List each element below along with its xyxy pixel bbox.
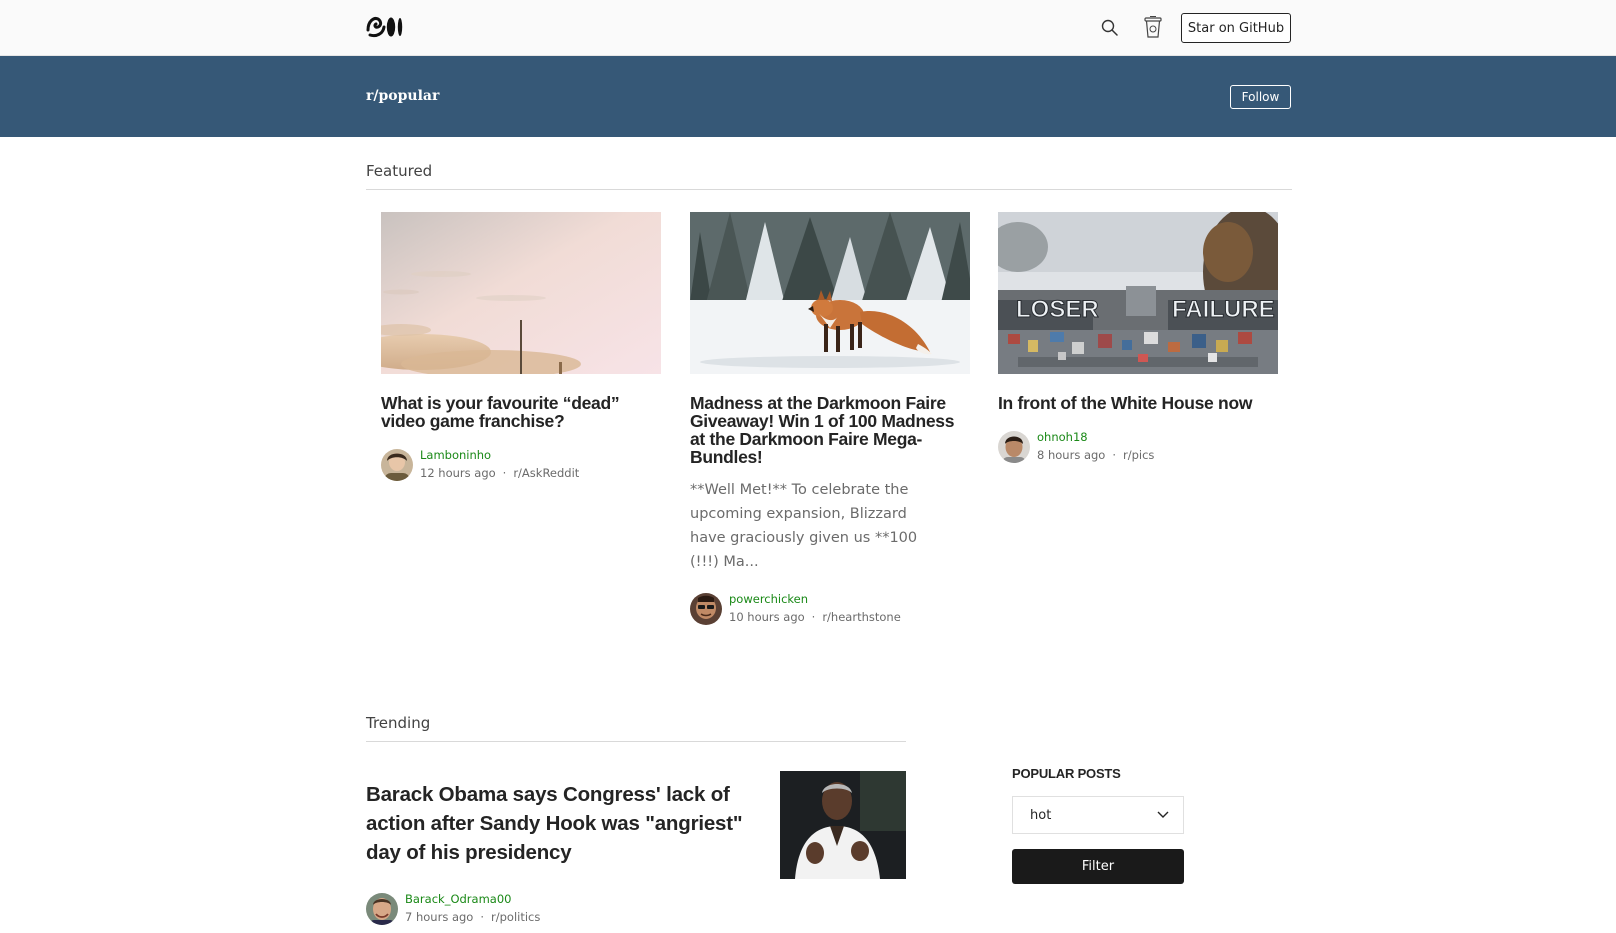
featured-card: LOSER FAILURE In front of the White Hous… [998, 212, 1278, 464]
post-title[interactable]: In front of the White House now [998, 394, 1278, 412]
subreddit-link[interactable]: r/hearthstone [822, 610, 900, 624]
featured-heading: Featured [366, 162, 433, 180]
author-name[interactable]: powerchicken [729, 592, 808, 606]
sort-select[interactable]: hot [1012, 796, 1184, 834]
filter-button[interactable]: Filter [1012, 849, 1184, 884]
author-name[interactable]: ohnoh18 [1037, 430, 1088, 444]
post-submeta: 7 hours ago · r/politics [405, 910, 540, 924]
post-title[interactable]: Barack Obama says Congress' lack of acti… [366, 780, 756, 867]
post-submeta: 8 hours ago · r/pics [1037, 448, 1154, 462]
featured-divider [366, 189, 1292, 190]
post-thumbnail[interactable] [381, 212, 661, 374]
post-submeta: 10 hours ago · r/hearthstone [729, 610, 901, 624]
author-name[interactable]: Barack_Odrama00 [405, 892, 511, 906]
page-title: r/popular [366, 88, 440, 104]
post-meta: Barack_Odrama00 7 hours ago · r/politics [366, 892, 666, 926]
post-meta: ohnoh18 8 hours ago · r/pics [998, 430, 1278, 464]
avatar[interactable] [690, 593, 722, 625]
featured-card: Madness at the Darkmoon Faire Giveaway! … [690, 212, 970, 626]
post-excerpt: **Well Met!** To celebrate the upcoming … [690, 482, 918, 570]
subreddit-link[interactable]: r/AskReddit [513, 466, 579, 480]
separator: · [811, 610, 816, 624]
post-thumbnail[interactable]: LOSER FAILURE [998, 212, 1278, 374]
image-text-failure: FAILURE [1172, 296, 1275, 323]
avatar[interactable] [998, 431, 1030, 463]
avatar[interactable] [366, 893, 398, 925]
subreddit-link[interactable]: r/pics [1123, 448, 1154, 462]
post-submeta: 12 hours ago · r/AskReddit [420, 466, 579, 480]
coffee-cup-icon[interactable] [1144, 16, 1162, 39]
avatar[interactable] [381, 449, 413, 481]
trending-heading: Trending [366, 714, 431, 732]
sort-select-value: hot [1030, 808, 1052, 823]
author-name[interactable]: Lamboninho [420, 448, 491, 462]
image-text-loser: LOSER [1016, 296, 1099, 323]
separator: · [1112, 448, 1116, 462]
post-meta: powerchicken 10 hours ago · r/hearthstone [690, 592, 970, 626]
follow-button[interactable]: Follow [1230, 85, 1291, 109]
post-time: 7 hours ago [405, 910, 474, 924]
featured-card: What is your favourite “dead” video game… [381, 212, 661, 482]
top-nav: Star on GitHub [0, 0, 1616, 56]
post-time: 8 hours ago [1037, 448, 1106, 462]
post-title[interactable]: Madness at the Darkmoon Faire Giveaway! … [690, 394, 970, 466]
chevron-down-icon [1157, 811, 1169, 818]
search-icon[interactable] [1101, 19, 1118, 36]
trending-divider [366, 741, 906, 742]
post-thumbnail[interactable] [780, 771, 906, 879]
post-title[interactable]: What is your favourite “dead” video game… [381, 394, 661, 430]
subreddit-link[interactable]: r/politics [491, 910, 540, 924]
popular-posts-heading: POPULAR POSTS [1012, 766, 1121, 781]
medium-logo[interactable] [366, 16, 404, 38]
post-time: 10 hours ago [729, 610, 805, 624]
subreddit-banner: r/popular Follow [0, 56, 1616, 137]
star-on-github-button[interactable]: Star on GitHub [1181, 13, 1291, 43]
post-meta: Lamboninho 12 hours ago · r/AskReddit [381, 448, 661, 482]
post-thumbnail[interactable] [690, 212, 970, 374]
separator: · [480, 910, 484, 924]
post-time: 12 hours ago [420, 466, 496, 480]
separator: · [502, 466, 507, 480]
